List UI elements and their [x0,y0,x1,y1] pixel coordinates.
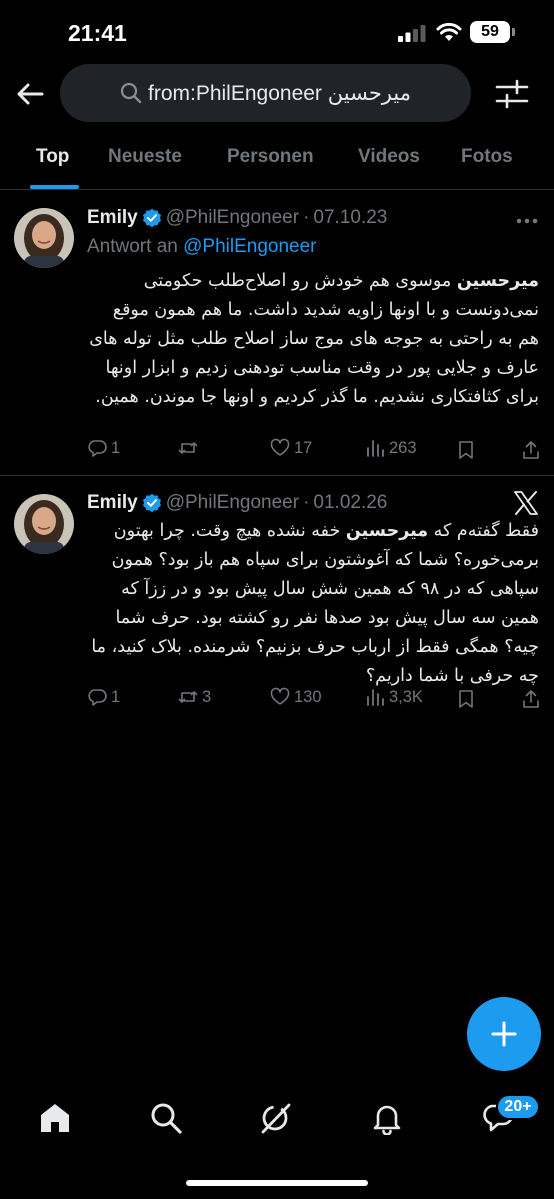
tweet-text: میرحسین موسوی هم خودش رو اصلاح‌طلب حکومت… [87,267,539,412]
bookmark-icon[interactable] [456,689,476,709]
back-arrow-icon[interactable] [14,78,46,110]
like-button[interactable]: 17 [270,438,312,458]
home-indicator [186,1180,368,1186]
avatar[interactable] [14,208,74,268]
reply-button[interactable]: 1 [87,438,120,458]
reply-icon [88,689,107,706]
reply-count: 1 [111,438,121,457]
highlighted-term: میرحسین [345,521,429,541]
tab-photos[interactable]: Fotos [461,146,513,168]
tab-top[interactable]: Top [36,146,69,168]
tweet-header: Emily @PhilEngoneer · 07.10.23 [87,207,387,229]
retweet-count: 3 [202,687,212,706]
highlighted-term: میرحسین [456,271,539,291]
avatar[interactable] [14,494,74,554]
tweet-actions: 1 3 130 3,3K [87,687,542,711]
filter-sliders-icon[interactable] [495,78,529,110]
reply-button[interactable]: 1 [87,687,120,707]
author-name[interactable]: Emily [87,207,138,229]
battery-indicator: 59 [470,21,510,43]
tweet[interactable]: Emily @PhilEngoneer · 07.10.23 Antwort a… [0,191,554,476]
heart-icon [270,687,290,705]
search-input[interactable]: from:PhilEngoneer میرحسین [60,64,471,122]
bottom-navigation [0,1085,554,1155]
tab-latest[interactable]: Neueste [108,146,182,168]
reply-prefix: Antwort an [87,236,178,257]
retweet-button[interactable]: 3 [178,687,211,707]
home-icon[interactable] [38,1101,72,1135]
retweet-icon [178,691,198,703]
bookmark-icon[interactable] [456,440,476,460]
reply-handle-link[interactable]: @PhilEngoneer [183,236,316,257]
tweet-header: Emily @PhilEngoneer · 01.02.26 [87,492,387,514]
like-button[interactable]: 130 [270,687,322,707]
cellular-signal-icon [398,25,426,42]
reply-icon [88,440,107,457]
views-button[interactable]: 3,3K [365,687,423,707]
avatar-image [14,494,74,554]
avatar-image [14,208,74,268]
separator-dot: · [303,207,310,228]
tweet-text: فقط گفته‌م که میرحسین خفه نشده هیچ وقت. … [87,517,539,691]
like-count: 130 [294,687,322,706]
verified-badge-icon [142,493,161,513]
heart-icon [270,438,290,456]
tweet[interactable]: Emily @PhilEngoneer · 01.02.26 فقط گفته‌… [0,477,554,731]
tweet-date[interactable]: 07.10.23 [313,207,387,229]
author-handle[interactable]: @PhilEngoneer [166,492,299,514]
like-count: 17 [294,438,313,457]
search-tabs: Top Neueste Personen Videos Fotos [0,134,554,190]
reply-count: 1 [111,687,121,706]
views-count: 3,3K [389,687,423,706]
bar-chart-icon [367,689,384,706]
verified-badge-icon [142,208,161,228]
tweet-text-rest: موسوی هم خودش رو اصلاح‌طلب حکومتی نمی‌دو… [89,271,539,407]
separator-dot: · [303,492,310,513]
status-time: 21:41 [68,20,127,46]
author-name[interactable]: Emily [87,492,138,514]
messages-badge: 20+ [496,1094,540,1120]
tweet-text-pre: فقط گفته‌م که [428,521,539,541]
x-logo-icon [514,491,538,515]
grok-icon[interactable] [259,1101,293,1135]
tweet-date[interactable]: 01.02.26 [313,492,387,514]
views-button[interactable]: 263 [365,438,417,458]
share-icon[interactable] [521,440,541,460]
share-icon[interactable] [521,689,541,709]
status-bar: 21:41 59 [0,0,554,62]
more-options-icon[interactable] [515,217,539,225]
tab-videos[interactable]: Videos [358,146,420,168]
retweet-icon [178,442,198,454]
author-handle[interactable]: @PhilEngoneer [166,207,299,229]
search-icon[interactable] [149,1101,183,1135]
plus-icon [491,1021,517,1047]
retweet-button[interactable] [178,438,202,458]
compose-post-button[interactable] [467,997,541,1071]
views-count: 263 [389,438,417,457]
reply-context: Antwort an @PhilEngoneer [87,236,316,258]
battery-tip [512,28,515,36]
active-tab-indicator [30,185,79,189]
search-icon [120,82,142,104]
bar-chart-icon [367,440,384,457]
tweet-text-rest: خفه نشده هیچ وقت. چرا بهتون برمی‌خوره؟ ش… [91,521,539,686]
tab-people[interactable]: Personen [227,146,314,168]
notifications-bell-icon[interactable] [370,1101,404,1135]
tweet-actions: 1 17 263 [87,438,542,462]
search-query: from:PhilEngoneer میرحسین [148,81,411,105]
wifi-icon [436,22,462,41]
